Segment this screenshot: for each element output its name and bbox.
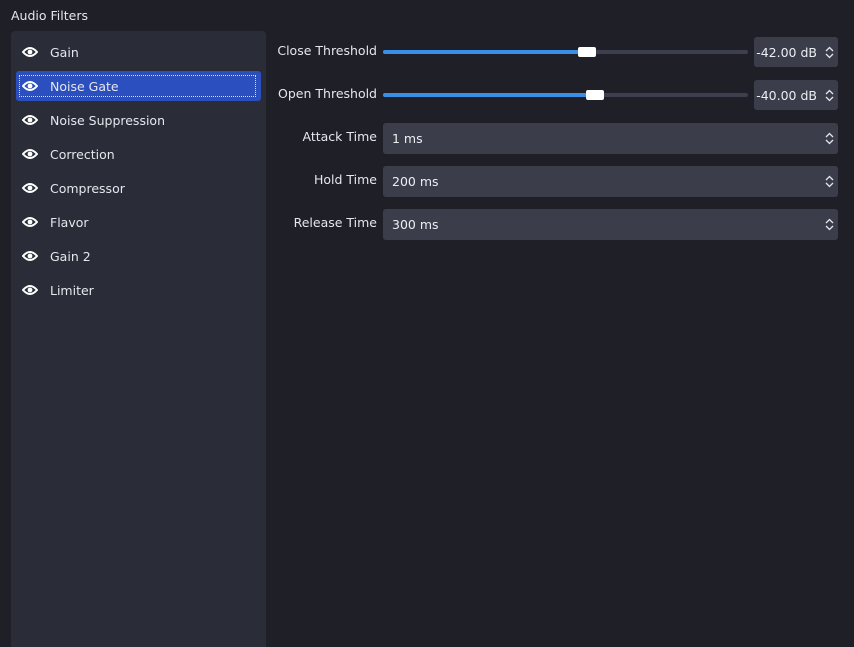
filter-label: Noise Suppression bbox=[50, 112, 165, 128]
attack-time-spinbox[interactable]: 1 ms bbox=[383, 123, 838, 154]
filter-label: Limiter bbox=[50, 282, 94, 298]
open-threshold-label: Open Threshold bbox=[278, 86, 377, 101]
eye-icon[interactable] bbox=[21, 179, 39, 197]
release-time-spinbox[interactable]: 300 ms bbox=[383, 209, 838, 240]
close-threshold-label: Close Threshold bbox=[277, 43, 377, 58]
eye-icon[interactable] bbox=[21, 43, 39, 61]
filter-item-flavor[interactable]: Flavor bbox=[16, 207, 261, 237]
filter-label: Correction bbox=[50, 146, 115, 162]
chevron-down-icon[interactable] bbox=[825, 53, 834, 59]
chevron-up-icon[interactable] bbox=[825, 89, 834, 95]
spin-arrows[interactable] bbox=[820, 80, 838, 110]
filter-item-correction[interactable]: Correction bbox=[16, 139, 261, 169]
close-threshold-spinbox[interactable]: -42.00 dB bbox=[754, 37, 838, 67]
eye-icon[interactable] bbox=[21, 145, 39, 163]
slider-handle[interactable] bbox=[578, 47, 597, 57]
close-threshold-slider[interactable] bbox=[383, 44, 748, 60]
spin-arrows[interactable] bbox=[820, 37, 838, 67]
filter-label: Gain 2 bbox=[50, 248, 91, 264]
spin-arrows[interactable] bbox=[820, 123, 838, 154]
filter-label: Flavor bbox=[50, 214, 89, 230]
close-threshold-value[interactable]: -42.00 dB bbox=[754, 45, 820, 60]
slider-fill bbox=[383, 50, 588, 54]
eye-icon[interactable] bbox=[21, 281, 39, 299]
filter-item-noise-suppression[interactable]: Noise Suppression bbox=[16, 105, 261, 135]
spin-arrows[interactable] bbox=[820, 209, 838, 240]
filter-label: Compressor bbox=[50, 180, 125, 196]
filter-item-gain[interactable]: Gain bbox=[16, 37, 261, 67]
release-time-label: Release Time bbox=[293, 215, 377, 230]
filter-item-limiter[interactable]: Limiter bbox=[16, 275, 261, 305]
eye-icon[interactable] bbox=[21, 213, 39, 231]
filter-list[interactable]: Gain Noise Gate Noise Suppression Correc… bbox=[11, 31, 266, 647]
filter-item-compressor[interactable]: Compressor bbox=[16, 173, 261, 203]
hold-time-spinbox[interactable]: 200 ms bbox=[383, 166, 838, 197]
audio-filters-title: Audio Filters bbox=[11, 8, 88, 23]
eye-icon[interactable] bbox=[21, 111, 39, 129]
slider-handle[interactable] bbox=[585, 90, 604, 100]
hold-time-label: Hold Time bbox=[313, 172, 377, 187]
hold-time-value[interactable]: 200 ms bbox=[383, 174, 820, 189]
eye-icon[interactable] bbox=[21, 247, 39, 265]
chevron-up-icon[interactable] bbox=[825, 175, 834, 181]
open-threshold-slider[interactable] bbox=[383, 87, 748, 103]
filter-label: Noise Gate bbox=[50, 78, 119, 94]
spin-arrows[interactable] bbox=[820, 166, 838, 197]
filter-item-gain-2[interactable]: Gain 2 bbox=[16, 241, 261, 271]
chevron-up-icon[interactable] bbox=[825, 218, 834, 224]
chevron-up-icon[interactable] bbox=[825, 132, 834, 138]
open-threshold-spinbox[interactable]: -40.00 dB bbox=[754, 80, 838, 110]
release-time-value[interactable]: 300 ms bbox=[383, 217, 820, 232]
chevron-down-icon[interactable] bbox=[825, 139, 834, 145]
eye-icon[interactable] bbox=[21, 77, 39, 95]
open-threshold-value[interactable]: -40.00 dB bbox=[754, 88, 820, 103]
chevron-up-icon[interactable] bbox=[825, 46, 834, 52]
filter-item-noise-gate[interactable]: Noise Gate bbox=[16, 71, 261, 101]
chevron-down-icon[interactable] bbox=[825, 182, 834, 188]
chevron-down-icon[interactable] bbox=[825, 96, 834, 102]
filter-label: Gain bbox=[50, 44, 79, 60]
slider-fill bbox=[383, 93, 595, 97]
chevron-down-icon[interactable] bbox=[825, 225, 834, 231]
attack-time-label: Attack Time bbox=[302, 129, 377, 144]
attack-time-value[interactable]: 1 ms bbox=[383, 131, 820, 146]
